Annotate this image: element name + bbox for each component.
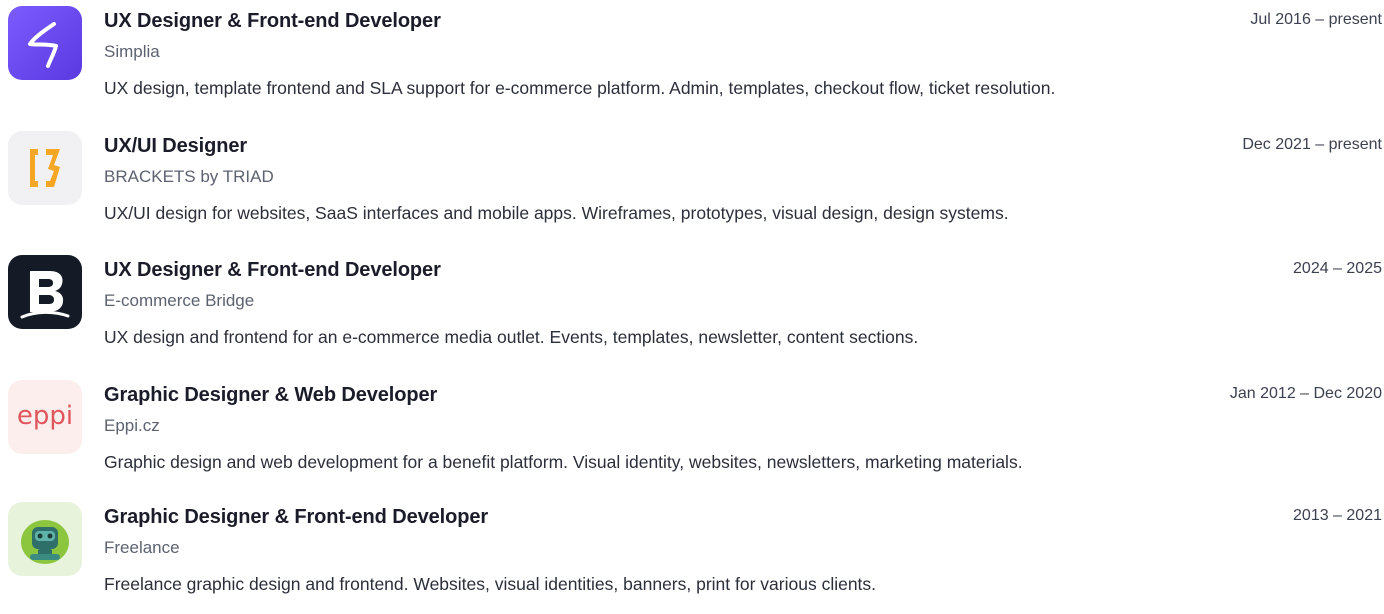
- job-dates: Jan 2012 – Dec 2020: [1229, 385, 1382, 402]
- job-description: Freelance graphic design and frontend. W…: [104, 574, 877, 594]
- job-title: UX/UI Designer: [104, 135, 248, 157]
- simplia-logo-icon: [8, 6, 82, 80]
- job-title: Graphic Designer & Front-end Developer: [104, 506, 489, 528]
- job-company: Eppi.cz: [104, 416, 160, 435]
- job-description: Graphic design and web development for a…: [104, 452, 1023, 472]
- job-description: UX/UI design for websites, SaaS interfac…: [104, 203, 1009, 223]
- job-dates: Dec 2021 – present: [1242, 136, 1382, 153]
- job-company: Freelance: [104, 538, 180, 557]
- svg-text:eppi: eppi: [17, 401, 73, 431]
- experience-item-brackets: UX/UI Designer Dec 2021 – present BRACKE…: [8, 125, 1382, 243]
- job-description: UX design, template frontend and SLA sup…: [104, 78, 1056, 98]
- job-title: Graphic Designer & Web Developer: [104, 384, 438, 406]
- experience-item-eppi: eppi Graphic Designer & Web Developer Ja…: [8, 374, 1382, 492]
- eppi-logo-icon: eppi: [8, 380, 82, 454]
- job-company: E-commerce Bridge: [104, 291, 255, 310]
- job-description: UX design and frontend for an e-commerce…: [104, 327, 919, 347]
- job-title: UX Designer & Front-end Developer: [104, 259, 441, 281]
- brackets-logo-icon: [8, 131, 82, 205]
- experience-item-ecommerce-bridge: UX Designer & Front-end Developer 2024 –…: [8, 249, 1382, 367]
- ecommerce-bridge-logo-icon: [8, 255, 82, 329]
- job-company: Simplia: [104, 42, 160, 61]
- experience-item-freelance: Graphic Designer & Front-end Developer 2…: [8, 496, 1382, 614]
- experience-item-simplia: UX Designer & Front-end Developer Jul 20…: [8, 0, 1382, 118]
- freelance-robot-logo-icon: [8, 502, 82, 576]
- job-company: BRACKETS by TRIAD: [104, 167, 274, 186]
- job-dates: Jul 2016 – present: [1250, 11, 1382, 28]
- job-dates: 2013 – 2021: [1293, 507, 1382, 524]
- job-title: UX Designer & Front-end Developer: [104, 10, 441, 32]
- job-dates: 2024 – 2025: [1293, 260, 1382, 277]
